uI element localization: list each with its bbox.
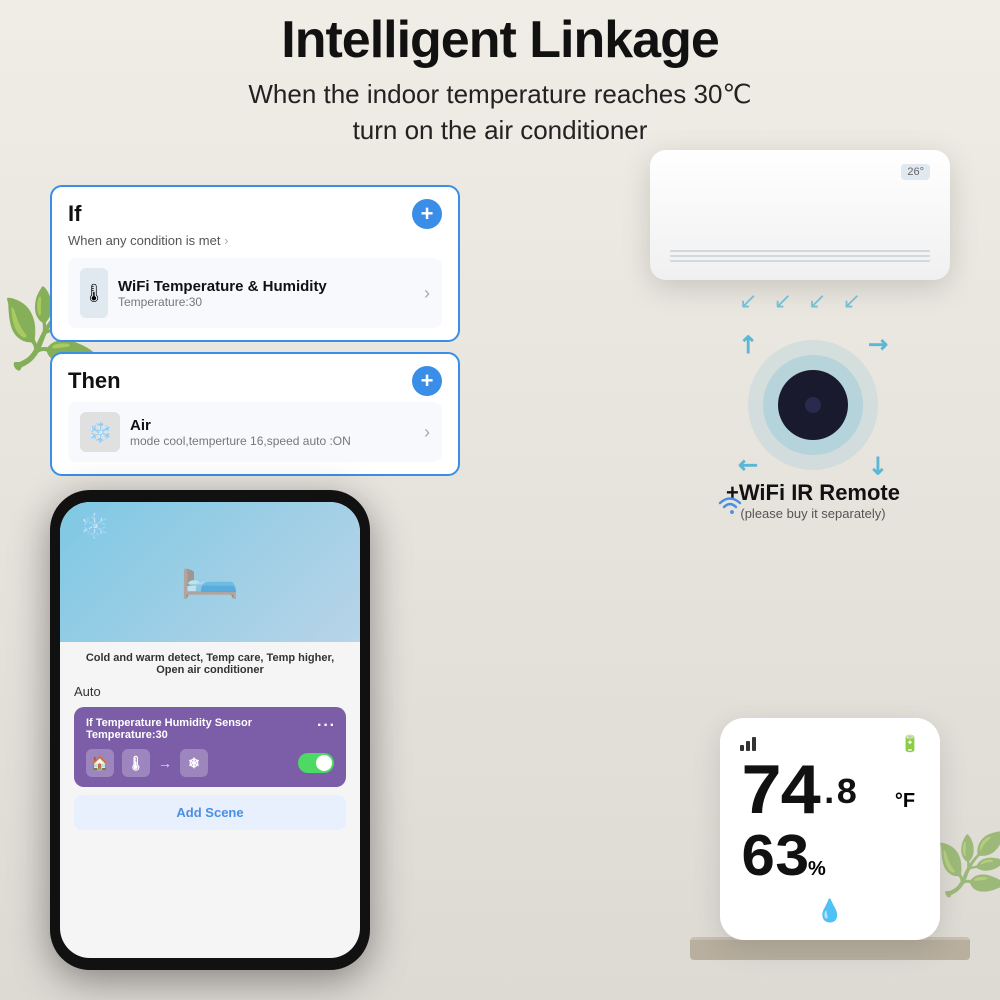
then-card-header: Then +: [68, 366, 442, 396]
sensor-item-text: WiFi Temperature & Humidity Temperature:…: [118, 278, 327, 309]
phone-description: Cold and warm detect, Temp care, Temp hi…: [74, 652, 346, 676]
temp-reading: 74.8 °F: [740, 758, 920, 830]
sensor-sub: Temperature:30: [118, 295, 327, 309]
ac-name: Air: [130, 417, 351, 434]
subtitle-line2: turn on the air conditioner: [353, 115, 648, 145]
subtitle: When the indoor temperature reaches 30℃ …: [0, 76, 1000, 149]
ac-sub: mode cool,temperture 16,speed auto :ON: [130, 434, 351, 448]
bar-1: [740, 745, 744, 751]
signal-bars-icon: [740, 737, 756, 751]
then-card-title: Then: [68, 368, 121, 394]
bedroom-scene-icon: 🛏️: [180, 544, 240, 601]
ac-item-text: Air mode cool,temperture 16,speed auto :…: [130, 417, 351, 448]
sensor-body: 🔋 74.8 °F 63% 💧: [720, 718, 940, 940]
sensor-item-left: 🌡 WiFi Temperature & Humidity Temperatur…: [80, 268, 327, 318]
sensor-item-row[interactable]: 🌡 WiFi Temperature & Humidity Temperatur…: [68, 258, 442, 328]
ac-icon: ❄️: [80, 412, 120, 452]
flow-arrow-icon: →: [158, 755, 172, 771]
main-title: Intelligent Linkage: [0, 10, 1000, 70]
subtitle-line1: When the indoor temperature reaches 30℃: [248, 79, 751, 109]
ir-hub-area: ↗ ↗ ↗ ↗ +WiFi IR Remote (please buy it s…: [726, 340, 900, 521]
bar-2: [746, 741, 750, 751]
ac-image: 26°: [650, 150, 950, 280]
then-add-button[interactable]: +: [412, 366, 442, 396]
ac-temp-display: 26°: [901, 164, 930, 180]
phone-auto-label: Auto: [74, 684, 346, 699]
ir-remote-sublabel: (please buy it separately): [740, 506, 885, 521]
ac-unit: 26° ↙ ↙ ↙ ↙: [630, 150, 970, 314]
condition-label: When any condition is met ›: [68, 233, 442, 248]
phone-mockup: 🛏️ ❄️ Cold and warm detect, Temp care, T…: [50, 490, 390, 980]
phone-flow-row: 🏠 🌡 → ❄: [86, 749, 334, 777]
corner-arrow-br: ↗: [861, 448, 896, 483]
airflow-arrow-3: ↙: [808, 288, 826, 314]
phone-content: Cold and warm detect, Temp care, Temp hi…: [60, 642, 360, 958]
ir-remote-label: +WiFi IR Remote: [726, 480, 900, 506]
battery-icon: 🔋: [900, 734, 920, 754]
if-card: If + When any condition is met › 🌡 WiFi …: [50, 185, 460, 342]
chevron-right-icon: ›: [424, 283, 430, 304]
humidity-drop-icon: 💧: [740, 898, 920, 924]
ir-circle-mid: [763, 355, 863, 455]
phone-card-title: If Temperature Humidity Sensor: [86, 717, 334, 729]
add-scene-button[interactable]: Add Scene: [74, 795, 346, 830]
thermo-flow-icon: 🌡: [122, 749, 150, 777]
vent-line-2: [670, 255, 930, 257]
phone-card-dots[interactable]: ···: [317, 717, 336, 735]
temperature-sensor-device: 🔋 74.8 °F 63% 💧: [720, 718, 940, 940]
ir-dot: [805, 397, 821, 413]
ac-small-icon: ❄️: [80, 512, 110, 541]
ac-vents: [650, 250, 950, 262]
then-card: Then + ❄️ Air mode cool,temperture 16,sp…: [50, 352, 460, 476]
sensor-name: WiFi Temperature & Humidity: [118, 278, 327, 295]
phone-body: 🛏️ ❄️ Cold and warm detect, Temp care, T…: [50, 490, 370, 970]
thermometer-icon: 🌡: [80, 268, 108, 318]
humidity-reading: 63%: [740, 830, 920, 890]
airflow-arrow-2: ↙: [774, 288, 792, 314]
table-surface-body: [690, 940, 970, 960]
if-add-button[interactable]: +: [412, 199, 442, 229]
humidity-unit: %: [808, 858, 826, 880]
home-flow-icon: 🏠: [86, 749, 114, 777]
sensor-top-bar: 🔋: [740, 734, 920, 754]
plant-decoration-right: 🌿: [935, 829, 1000, 900]
phone-image-area: 🛏️ ❄️: [60, 502, 360, 642]
header-section: Intelligent Linkage When the indoor temp…: [0, 10, 1000, 149]
ir-circle-outer: ↗ ↗ ↗ ↗: [748, 340, 878, 470]
phone-purple-card: ··· If Temperature Humidity Sensor Tempe…: [74, 707, 346, 787]
phone-card-sub: Temperature:30: [86, 729, 334, 741]
vent-line-1: [670, 250, 930, 252]
chevron-right-icon-2: ›: [424, 422, 430, 443]
ac-item-left: ❄️ Air mode cool,temperture 16,speed aut…: [80, 412, 351, 452]
corner-arrow-bl: ↗: [731, 448, 766, 483]
left-panel: If + When any condition is met › 🌡 WiFi …: [50, 185, 460, 486]
bar-3: [752, 737, 756, 751]
airflow-arrow-4: ↙: [842, 288, 860, 314]
ac-item-row[interactable]: ❄️ Air mode cool,temperture 16,speed aut…: [68, 402, 442, 462]
vent-line-3: [670, 260, 930, 262]
ir-circle-inner: [778, 370, 848, 440]
airflow-arrow-1: ↙: [739, 288, 757, 314]
phone-screen: 🛏️ ❄️ Cold and warm detect, Temp care, T…: [60, 502, 360, 958]
toggle-switch[interactable]: [298, 753, 334, 773]
temperature-value: 74.8: [740, 753, 893, 835]
if-card-header: If +: [68, 199, 442, 229]
ac-airflow: ↙ ↙ ↙ ↙: [630, 288, 970, 314]
wifi-signal-icon: [715, 490, 745, 527]
humidity-value: 63: [740, 826, 808, 894]
temp-unit: °F: [895, 790, 915, 812]
ac-flow-icon: ❄: [180, 749, 208, 777]
if-card-title: If: [68, 201, 81, 227]
